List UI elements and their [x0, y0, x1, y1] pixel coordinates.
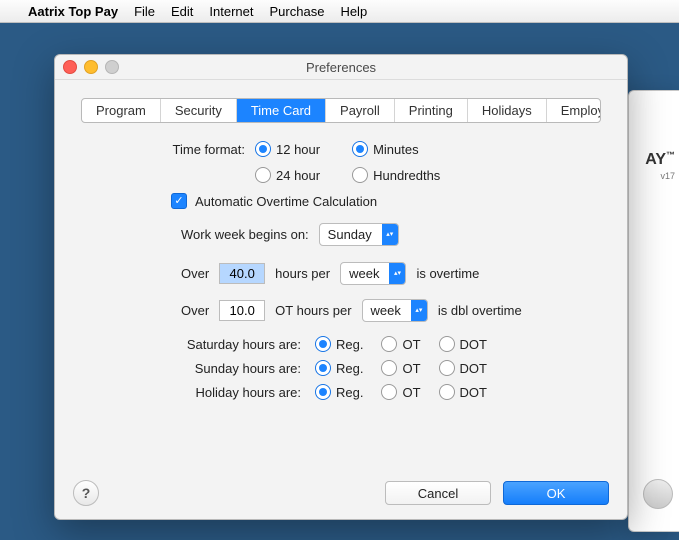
tab-payroll[interactable]: Payroll	[326, 99, 395, 122]
hol-dot[interactable]: DOT	[439, 384, 487, 400]
radio-label: 24 hour	[276, 168, 320, 183]
menu-help[interactable]: Help	[340, 4, 367, 19]
radio-label: Minutes	[373, 142, 419, 157]
titlebar: Preferences	[55, 55, 627, 80]
overtime-hours-field[interactable]	[219, 263, 265, 284]
chevron-updown-icon: ▴▾	[389, 263, 405, 284]
menu-purchase[interactable]: Purchase	[270, 4, 325, 19]
zoom-icon	[105, 60, 119, 74]
radio-label: Hundredths	[373, 168, 440, 183]
chevron-updown-icon: ▴▾	[382, 224, 398, 245]
radio-label: 12 hour	[276, 142, 320, 157]
bg-title: AY™	[645, 151, 675, 169]
menu-edit[interactable]: Edit	[171, 4, 193, 19]
menu-app[interactable]: Aatrix Top Pay	[28, 4, 118, 19]
tab-bar: Program Security Time Card Payroll Print…	[81, 98, 601, 123]
sun-reg[interactable]: Reg.	[315, 360, 363, 376]
sunday-label: Sunday hours are:	[121, 361, 315, 376]
select-value: week	[363, 303, 411, 318]
background-window: AY™ v17	[628, 90, 679, 532]
select-value: week	[341, 266, 389, 281]
check-icon: ✓	[171, 193, 187, 209]
preferences-window: Preferences Program Security Time Card P…	[54, 54, 628, 520]
dbl-overtime-unit-select[interactable]: week ▴▾	[362, 299, 428, 322]
sat-reg[interactable]: Reg.	[315, 336, 363, 352]
bg-avatar-icon	[643, 479, 673, 509]
time-format-label: Time format:	[81, 142, 255, 157]
dbl-overtime-hours-field[interactable]	[219, 300, 265, 321]
select-value: Sunday	[320, 227, 382, 242]
form: Time format: 12 hour Minutes	[81, 141, 601, 400]
sun-ot[interactable]: OT	[381, 360, 420, 376]
close-icon[interactable]	[63, 60, 77, 74]
bg-version: v17	[660, 171, 675, 181]
auto-overtime-checkbox[interactable]: ✓ Automatic Overtime Calculation	[171, 193, 601, 209]
window-title: Preferences	[306, 60, 376, 75]
cancel-button[interactable]: Cancel	[385, 481, 491, 505]
window-controls	[63, 60, 119, 74]
sun-dot[interactable]: DOT	[439, 360, 487, 376]
hol-reg[interactable]: Reg.	[315, 384, 363, 400]
sat-ot[interactable]: OT	[381, 336, 420, 352]
over2-mid: OT hours per	[275, 303, 351, 318]
over1-pre: Over	[181, 266, 209, 281]
menu-file[interactable]: File	[134, 4, 155, 19]
overtime-unit-select[interactable]: week ▴▾	[340, 262, 406, 285]
menu-internet[interactable]: Internet	[209, 4, 253, 19]
over1-post: is overtime	[416, 266, 479, 281]
over2-pre: Over	[181, 303, 209, 318]
checkbox-label: Automatic Overtime Calculation	[195, 194, 377, 209]
help-button[interactable]: ?	[73, 480, 99, 506]
ok-button[interactable]: OK	[503, 481, 609, 505]
week-begins-select[interactable]: Sunday ▴▾	[319, 223, 399, 246]
week-begins-label: Work week begins on:	[181, 227, 309, 242]
tab-security[interactable]: Security	[161, 99, 237, 122]
hol-ot[interactable]: OT	[381, 384, 420, 400]
minimize-icon[interactable]	[84, 60, 98, 74]
menubar: Aatrix Top Pay File Edit Internet Purcha…	[0, 0, 679, 23]
over1-mid: hours per	[275, 266, 330, 281]
radio-12-hour[interactable]: 12 hour	[255, 141, 320, 157]
holiday-label: Holiday hours are:	[121, 385, 315, 400]
chevron-updown-icon: ▴▾	[411, 300, 427, 321]
tab-employees[interactable]: Employees	[547, 99, 601, 122]
over2-post: is dbl overtime	[438, 303, 522, 318]
footer: ? Cancel OK	[73, 480, 609, 506]
hours-classification: Saturday hours are: Reg. OT DOT Sunday h…	[121, 336, 601, 400]
tab-holidays[interactable]: Holidays	[468, 99, 547, 122]
radio-minutes[interactable]: Minutes	[352, 141, 419, 157]
saturday-label: Saturday hours are:	[121, 337, 315, 352]
radio-24-hour[interactable]: 24 hour	[255, 167, 320, 183]
sat-dot[interactable]: DOT	[439, 336, 487, 352]
tab-printing[interactable]: Printing	[395, 99, 468, 122]
radio-hundredths[interactable]: Hundredths	[352, 167, 440, 183]
tab-time-card[interactable]: Time Card	[237, 99, 326, 122]
tab-program[interactable]: Program	[82, 99, 161, 122]
